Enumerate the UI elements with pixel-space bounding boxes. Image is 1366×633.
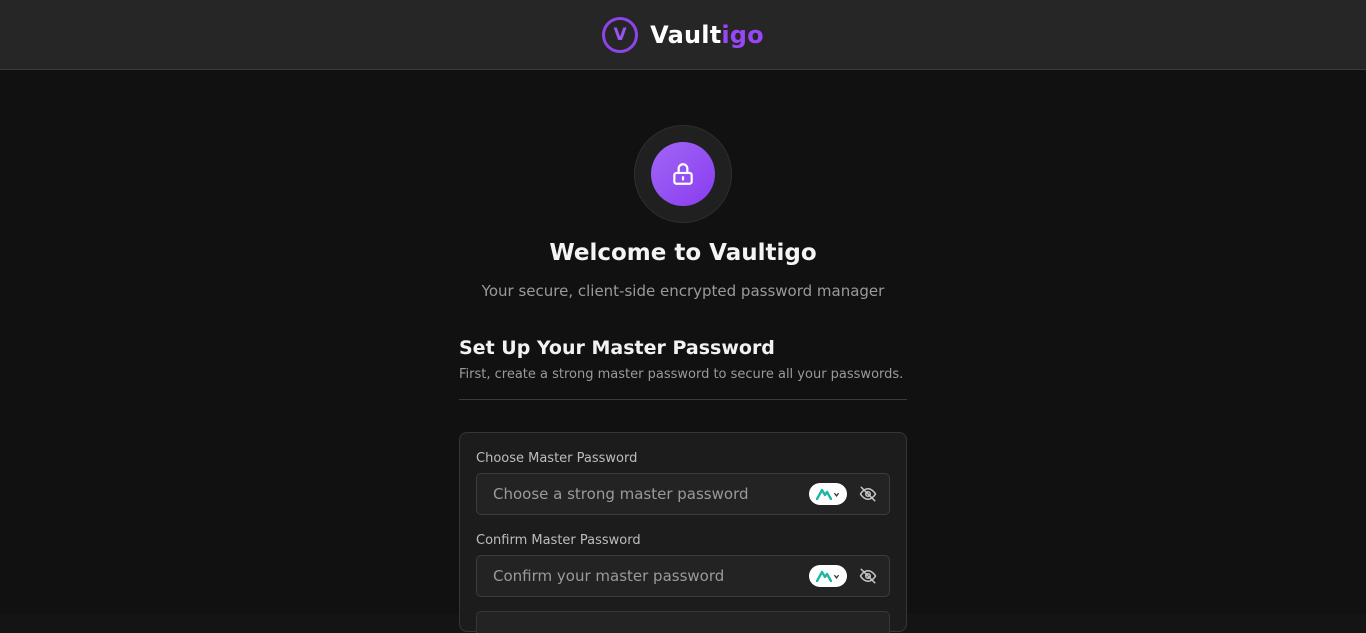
extension-logo-icon bbox=[816, 570, 832, 582]
chevron-down-icon bbox=[833, 574, 840, 579]
confirm-password-input[interactable] bbox=[477, 556, 797, 596]
chevron-down-icon bbox=[833, 492, 840, 497]
section-divider bbox=[459, 399, 907, 400]
main-content: Welcome to Vaultigo Your secure, client-… bbox=[0, 70, 1366, 633]
page-title: Welcome to Vaultigo bbox=[549, 240, 817, 266]
toggle-visibility-button[interactable] bbox=[857, 566, 879, 586]
hero-icon-circle bbox=[651, 142, 715, 206]
master-password-label: Choose Master Password bbox=[476, 451, 638, 466]
toggle-visibility-button[interactable] bbox=[857, 484, 879, 504]
brand-name: Vaultigo bbox=[650, 21, 764, 49]
master-password-card: Choose Master Password Confirm Master Pa… bbox=[459, 432, 907, 633]
setup-title: Set Up Your Master Password bbox=[459, 337, 775, 359]
extension-logo-icon bbox=[816, 488, 832, 500]
brand[interactable]: V Vaultigo bbox=[602, 16, 764, 53]
confirm-password-label: Confirm Master Password bbox=[476, 533, 641, 548]
hero-icon-ring bbox=[634, 125, 732, 223]
eye-off-icon bbox=[859, 568, 877, 584]
confirm-password-field bbox=[476, 555, 890, 597]
brand-name-accent: igo bbox=[721, 20, 764, 49]
vaultigo-logo-icon: V bbox=[602, 16, 639, 53]
master-password-input[interactable] bbox=[477, 474, 797, 514]
password-manager-extension-icon[interactable] bbox=[809, 483, 847, 505]
page-subtitle: Your secure, client-side encrypted passw… bbox=[481, 282, 885, 300]
next-field-partial bbox=[476, 611, 890, 633]
eye-off-icon bbox=[859, 486, 877, 502]
password-manager-extension-icon[interactable] bbox=[809, 565, 847, 587]
setup-description: First, create a strong master password t… bbox=[459, 367, 904, 382]
lock-icon bbox=[673, 163, 693, 185]
top-bar: V Vaultigo bbox=[0, 0, 1366, 70]
brand-name-main: Vault bbox=[650, 20, 722, 49]
master-password-field bbox=[476, 473, 890, 515]
setup-section: Set Up Your Master Password First, creat… bbox=[459, 337, 907, 382]
logo-letter: V bbox=[613, 24, 627, 45]
